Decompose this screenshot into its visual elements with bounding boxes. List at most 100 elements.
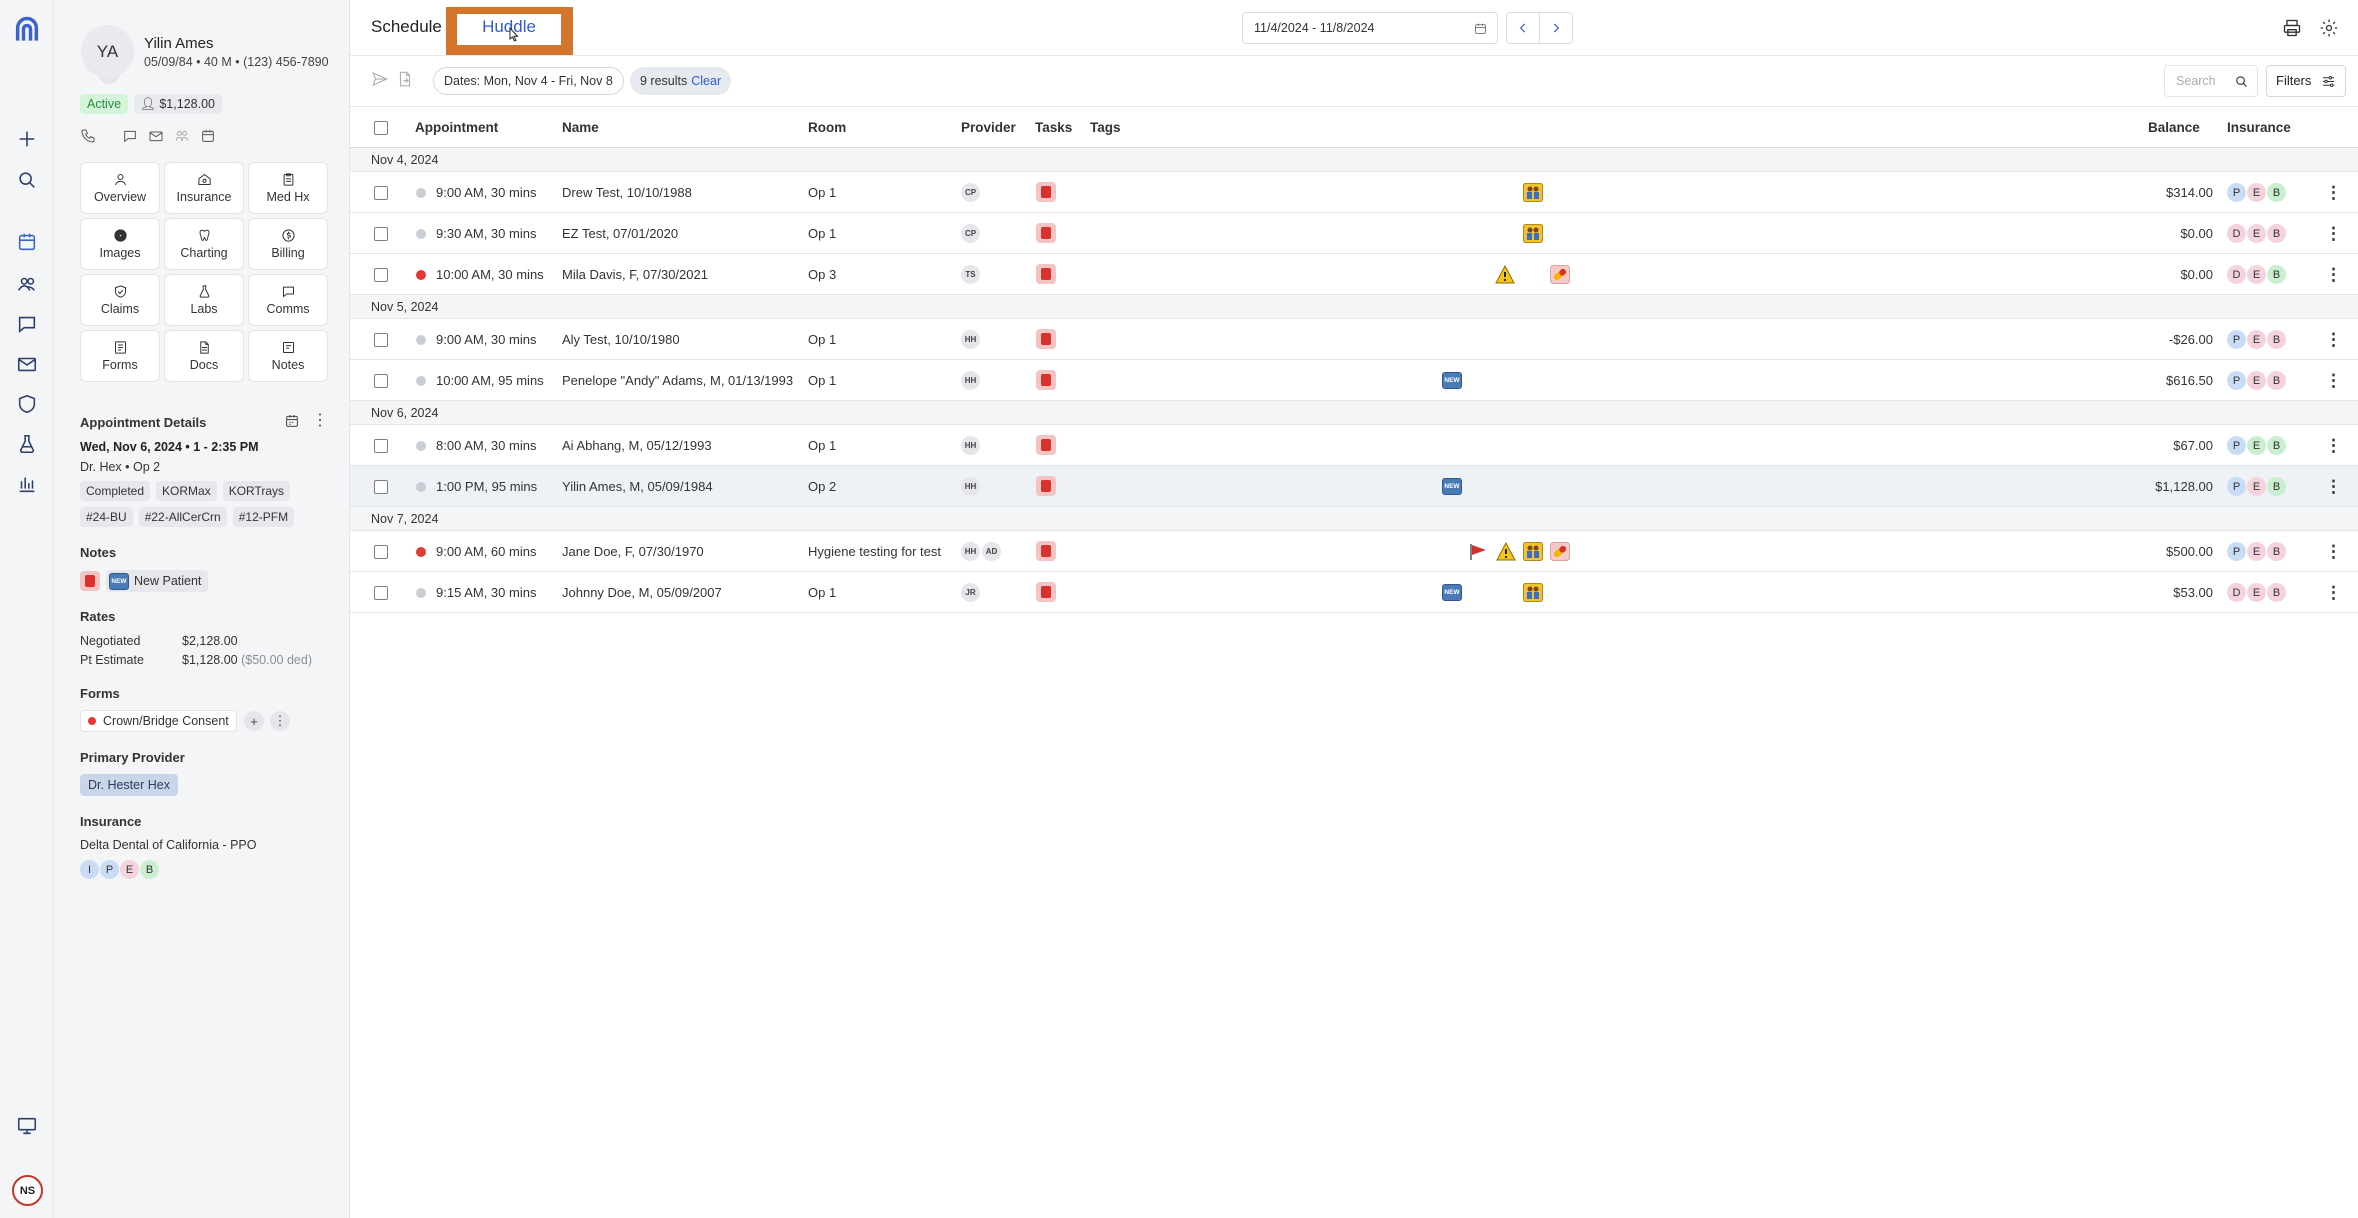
schedule-icon[interactable]	[15, 230, 39, 254]
insurance-circle[interactable]: P	[2227, 371, 2246, 390]
chat-icon[interactable]	[15, 312, 39, 336]
primary-provider-chip[interactable]: Dr. Hester Hex	[80, 774, 178, 796]
sms-icon[interactable]	[122, 128, 138, 144]
family-tag-icon[interactable]	[1523, 224, 1543, 243]
table-row[interactable]: 10:00 AM, 30 mins Mila Davis, F, 07/30/20…	[350, 254, 2358, 295]
insurance-circle[interactable]: P	[2227, 183, 2246, 202]
provider-avatar[interactable]: TS	[961, 265, 980, 284]
lab-flask-icon[interactable]	[15, 432, 39, 456]
table-row[interactable]: 9:15 AM, 30 mins Johnny Doe, M, 05/09/200…	[350, 572, 2358, 613]
col-room[interactable]: Room	[808, 120, 846, 135]
provider-avatar[interactable]: HH	[961, 477, 980, 496]
appointment-time[interactable]: 9:00 AM, 60 mins	[436, 544, 536, 559]
nav-images-button[interactable]: Images	[80, 218, 160, 270]
row-checkbox[interactable]	[374, 186, 388, 200]
provider-avatar[interactable]: JR	[961, 583, 980, 602]
patient-name-cell[interactable]: Yilin Ames, M, 05/09/1984	[562, 479, 713, 494]
row-checkbox[interactable]	[374, 227, 388, 241]
form-more-button[interactable]: ⋮	[270, 711, 290, 731]
analytics-icon[interactable]	[15, 472, 39, 496]
insurance-circle[interactable]: P	[2227, 477, 2246, 496]
new-patient-note[interactable]: NEW New Patient	[106, 570, 209, 592]
table-row[interactable]: 9:00 AM, 30 mins Aly Test, 10/10/1980 Op 1…	[350, 319, 2358, 360]
patient-name[interactable]: Yilin Ames	[144, 35, 213, 52]
send-icon[interactable]	[371, 70, 389, 88]
tab-schedule[interactable]: Schedule	[371, 17, 442, 37]
appointment-time[interactable]: 1:00 PM, 95 mins	[436, 479, 537, 494]
dates-filter-chip[interactable]: Dates: Mon, Nov 4 - Fri, Nov 8	[433, 67, 624, 95]
insurance-circle[interactable]: B	[2267, 542, 2286, 561]
task-icon[interactable]	[1036, 582, 1056, 602]
nav-med-hx-button[interactable]: Med Hx	[248, 162, 328, 214]
next-week-button[interactable]	[1539, 12, 1573, 44]
insurance-circle[interactable]: E	[2247, 542, 2266, 561]
print-icon[interactable]	[2282, 18, 2302, 38]
logo-icon[interactable]	[12, 14, 42, 44]
warning-icon[interactable]	[1495, 264, 1515, 284]
flag-icon[interactable]	[1469, 542, 1489, 561]
new-patient-badge-icon[interactable]: NEW	[1442, 372, 1462, 389]
row-more-icon[interactable]: ⋮	[2325, 436, 2342, 456]
col-appointment[interactable]: Appointment	[415, 120, 498, 135]
patient-name-cell[interactable]: Johnny Doe, M, 05/09/2007	[562, 585, 722, 600]
col-provider[interactable]: Provider	[961, 120, 1016, 135]
provider-avatar[interactable]: HH	[961, 436, 980, 455]
table-row[interactable]: 10:00 AM, 95 mins Penelope "Andy" Adams, …	[350, 360, 2358, 401]
row-more-icon[interactable]: ⋮	[2325, 224, 2342, 244]
provider-avatar[interactable]: AD	[982, 542, 1001, 561]
appointment-time[interactable]: 8:00 AM, 30 mins	[436, 438, 536, 453]
provider-avatar[interactable]: HH	[961, 542, 980, 561]
nav-claims-button[interactable]: Claims	[80, 274, 160, 326]
medication-icon[interactable]	[1550, 265, 1570, 284]
table-row[interactable]: 1:00 PM, 95 mins Yilin Ames, M, 05/09/198…	[350, 466, 2358, 507]
family-tag-icon[interactable]	[1523, 583, 1543, 602]
appointment-time[interactable]: 10:00 AM, 30 mins	[436, 267, 544, 282]
mail-icon[interactable]	[15, 352, 39, 376]
row-more-icon[interactable]: ⋮	[2325, 371, 2342, 391]
table-row[interactable]: 9:00 AM, 30 mins Drew Test, 10/10/1988 Op …	[350, 172, 2358, 213]
insurance-circle[interactable]: E	[2247, 583, 2266, 602]
row-checkbox[interactable]	[374, 439, 388, 453]
previous-week-button[interactable]	[1506, 12, 1540, 44]
nav-forms-button[interactable]: Forms	[80, 330, 160, 382]
nav-notes-button[interactable]: Notes	[248, 330, 328, 382]
insurance-circle[interactable]: E	[2247, 224, 2266, 243]
nav-insurance-button[interactable]: Insurance	[164, 162, 244, 214]
table-row[interactable]: 9:00 AM, 60 mins Jane Doe, F, 07/30/1970 H…	[350, 531, 2358, 572]
task-icon[interactable]	[1036, 329, 1056, 349]
calendar-forms-icon[interactable]	[200, 128, 216, 144]
insurance-circle[interactable]: E	[2247, 330, 2266, 349]
appointment-time[interactable]: 9:30 AM, 30 mins	[436, 226, 536, 241]
patient-name-cell[interactable]: Drew Test, 10/10/1988	[562, 185, 692, 200]
user-avatar[interactable]: NS	[12, 1175, 43, 1206]
medication-icon[interactable]	[1550, 542, 1570, 561]
col-insurance[interactable]: Insurance	[2227, 120, 2291, 135]
insurance-circle[interactable]: D	[2227, 265, 2246, 284]
filters-button[interactable]: Filters	[2266, 65, 2346, 97]
row-checkbox[interactable]	[374, 374, 388, 388]
select-all-checkbox[interactable]	[374, 121, 388, 135]
nav-docs-button[interactable]: Docs	[164, 330, 244, 382]
task-icon[interactable]	[80, 571, 100, 591]
provider-avatar[interactable]: HH	[961, 330, 980, 349]
insurance-circle[interactable]: B	[2267, 477, 2286, 496]
email-icon[interactable]	[148, 128, 164, 144]
phone-icon[interactable]	[80, 128, 96, 144]
appointment-time[interactable]: 9:00 AM, 30 mins	[436, 185, 536, 200]
provider-avatar[interactable]: CP	[961, 183, 980, 202]
insurance-circle[interactable]: P	[2227, 330, 2246, 349]
col-tasks[interactable]: Tasks	[1035, 120, 1072, 135]
row-checkbox[interactable]	[374, 333, 388, 347]
task-icon[interactable]	[1036, 223, 1056, 243]
insurance-circle[interactable]: B	[2267, 371, 2286, 390]
appointment-time[interactable]: 10:00 AM, 95 mins	[436, 373, 544, 388]
new-patient-badge-icon[interactable]: NEW	[1442, 478, 1462, 495]
row-more-icon[interactable]: ⋮	[2325, 183, 2342, 203]
patient-name-cell[interactable]: Penelope "Andy" Adams, M, 01/13/1993	[562, 373, 793, 388]
calendar-icon[interactable]	[284, 413, 300, 429]
search-input[interactable]: Search	[2164, 65, 2258, 97]
nav-overview-button[interactable]: Overview	[80, 162, 160, 214]
col-tags[interactable]: Tags	[1090, 120, 1121, 135]
display-icon[interactable]	[15, 1114, 39, 1138]
family-tag-icon[interactable]	[1523, 542, 1543, 561]
